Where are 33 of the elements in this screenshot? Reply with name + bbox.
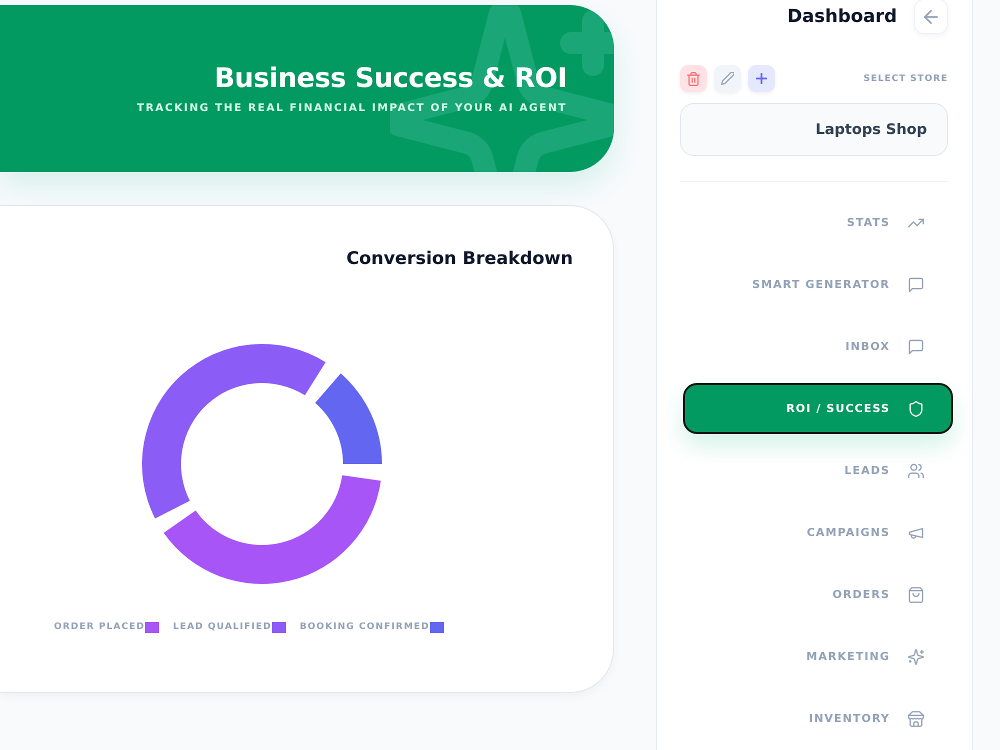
- legend-label: BOOKING CONFIRMED: [300, 621, 430, 633]
- store-select[interactable]: Laptops Shop: [680, 103, 948, 156]
- users-icon: [908, 462, 924, 478]
- plus-icon: [756, 73, 767, 84]
- shield-icon: [908, 400, 924, 416]
- nav-item[interactable]: INBOX: [683, 321, 953, 372]
- legend-label: ORDER PLACED: [54, 621, 145, 633]
- sidebar-title: Dashboard: [787, 6, 897, 27]
- pencil-icon: [721, 72, 734, 85]
- store-label: SELECT STORE: [863, 74, 948, 84]
- legend-label: LEAD QUALIFIED: [172, 621, 272, 633]
- nav-item[interactable]: INVENTORY: [683, 693, 953, 744]
- banner-subtitle: TRACKING THE REAL FINANCIAL IMPACT OF YOUR AI AGENT: [136, 101, 567, 115]
- chat-bubble-icon: [908, 338, 924, 354]
- nav-item[interactable]: CAMPAIGNS: [683, 507, 953, 558]
- shopping-bag-icon: [908, 586, 924, 602]
- nav-item[interactable]: MARKETING: [683, 631, 953, 682]
- back-arrow-icon: [924, 10, 938, 24]
- add-button[interactable]: [748, 65, 775, 92]
- nav-item[interactable]: STATS: [683, 197, 953, 248]
- nav-item[interactable]: ORDERS: [683, 569, 953, 620]
- nav-item[interactable]: ROI / SUCCESS: [683, 383, 953, 434]
- banner-title: Business Success & ROI: [214, 62, 567, 96]
- storefront-icon: [908, 710, 924, 726]
- back-button[interactable]: [914, 0, 948, 34]
- sparkles-icon: [908, 648, 924, 664]
- nav-item[interactable]: LEADS: [683, 445, 953, 496]
- nav-item[interactable]: SMART GENERATOR: [683, 259, 953, 310]
- chart-title: Conversion Breakdown: [346, 248, 573, 271]
- trash-icon: [687, 72, 700, 86]
- edit-button[interactable]: [714, 65, 741, 92]
- delete-button[interactable]: [680, 65, 707, 92]
- chat-bubble-icon: [908, 276, 924, 292]
